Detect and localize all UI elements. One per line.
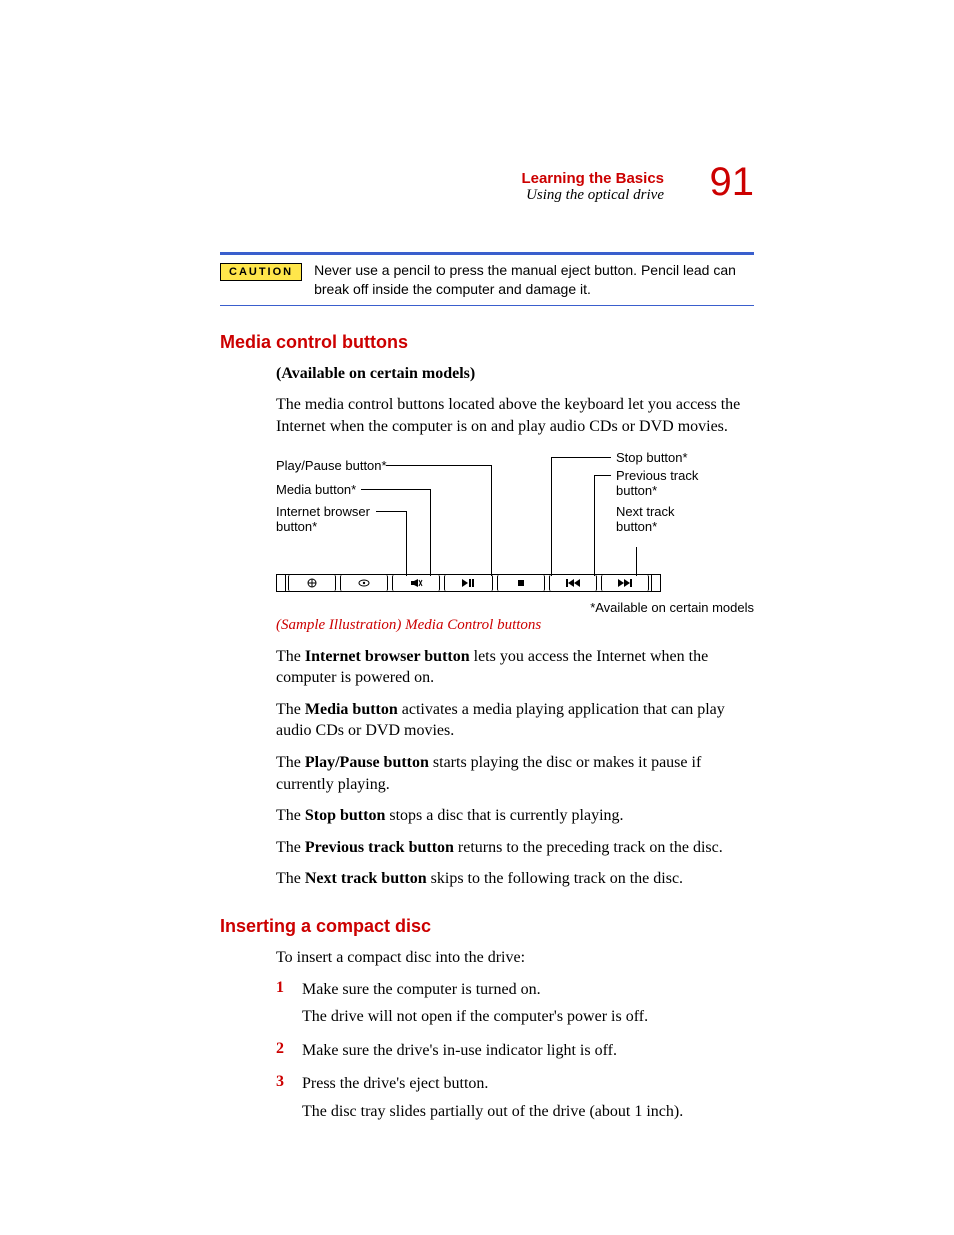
page-header: Learning the Basics Using the optical dr… [220, 170, 754, 230]
insert-intro: To insert a compact disc into the drive: [276, 947, 754, 969]
label-media: Media button* [276, 482, 356, 498]
step-3: 3 Press the drive's eject button. The di… [276, 1073, 754, 1128]
step-2: 2 Make sure the drive's in-use indicator… [276, 1040, 754, 1068]
chapter-title: Learning the Basics [521, 170, 664, 187]
label-internet-browser-l2: button* [276, 519, 317, 534]
para-next-track: The Next track button skips to the follo… [276, 868, 754, 890]
step-number: 2 [276, 1040, 302, 1068]
illustration-footnote: *Available on certain models [276, 600, 754, 615]
heading-media-control-buttons: Media control buttons [220, 332, 754, 353]
stop-button-icon [497, 575, 545, 591]
media-intro: The media control buttons located above … [276, 394, 754, 437]
step-1-text: Make sure the computer is turned on. [302, 979, 648, 1001]
caution-badge: CAUTION [220, 263, 302, 281]
label-previous-track-l2: button* [616, 483, 657, 498]
next-track-button-icon [601, 575, 649, 591]
step-number: 1 [276, 979, 302, 1034]
step-2-text: Make sure the drive's in-use indicator l… [302, 1040, 617, 1062]
label-next-track-l2: button* [616, 519, 657, 534]
media-buttons-illustration: Play/Pause button* Media button* Interne… [276, 452, 754, 634]
para-media-button: The Media button activates a media playi… [276, 699, 754, 742]
previous-track-button-icon [549, 575, 597, 591]
caution-box: CAUTION Never use a pencil to press the … [220, 252, 754, 306]
button-strip [276, 574, 661, 592]
media-button-icon [340, 575, 388, 591]
availability-note: (Available on certain models) [276, 365, 475, 382]
step-1-note: The drive will not open if the computer'… [302, 1006, 648, 1028]
heading-inserting-compact-disc: Inserting a compact disc [220, 916, 754, 937]
step-number: 3 [276, 1073, 302, 1128]
para-internet-browser: The Internet browser button lets you acc… [276, 646, 754, 689]
label-play-pause: Play/Pause button* [276, 458, 387, 474]
section-subtitle: Using the optical drive [521, 187, 664, 204]
insert-steps: 1 Make sure the computer is turned on. T… [276, 979, 754, 1129]
mute-button-icon [392, 575, 440, 591]
internet-browser-button-icon [288, 575, 336, 591]
play-pause-button-icon [444, 575, 492, 591]
para-stop: The Stop button stops a disc that is cur… [276, 805, 754, 827]
label-stop: Stop button* [616, 450, 736, 466]
label-previous-track-l1: Previous track [616, 468, 698, 483]
page-number: 91 [710, 160, 755, 205]
step-1: 1 Make sure the computer is turned on. T… [276, 979, 754, 1034]
step-3-text: Press the drive's eject button. [302, 1073, 683, 1095]
label-next-track-l1: Next track [616, 504, 675, 519]
document-page: Learning the Basics Using the optical dr… [0, 0, 954, 1234]
para-previous-track: The Previous track button returns to the… [276, 837, 754, 859]
illustration-caption: (Sample Illustration) Media Control butt… [276, 617, 754, 634]
caution-text: Never use a pencil to press the manual e… [314, 261, 754, 299]
label-internet-browser-l1: Internet browser [276, 504, 370, 519]
step-3-note: The disc tray slides partially out of th… [302, 1101, 683, 1123]
para-play-pause: The Play/Pause button starts playing the… [276, 752, 754, 795]
